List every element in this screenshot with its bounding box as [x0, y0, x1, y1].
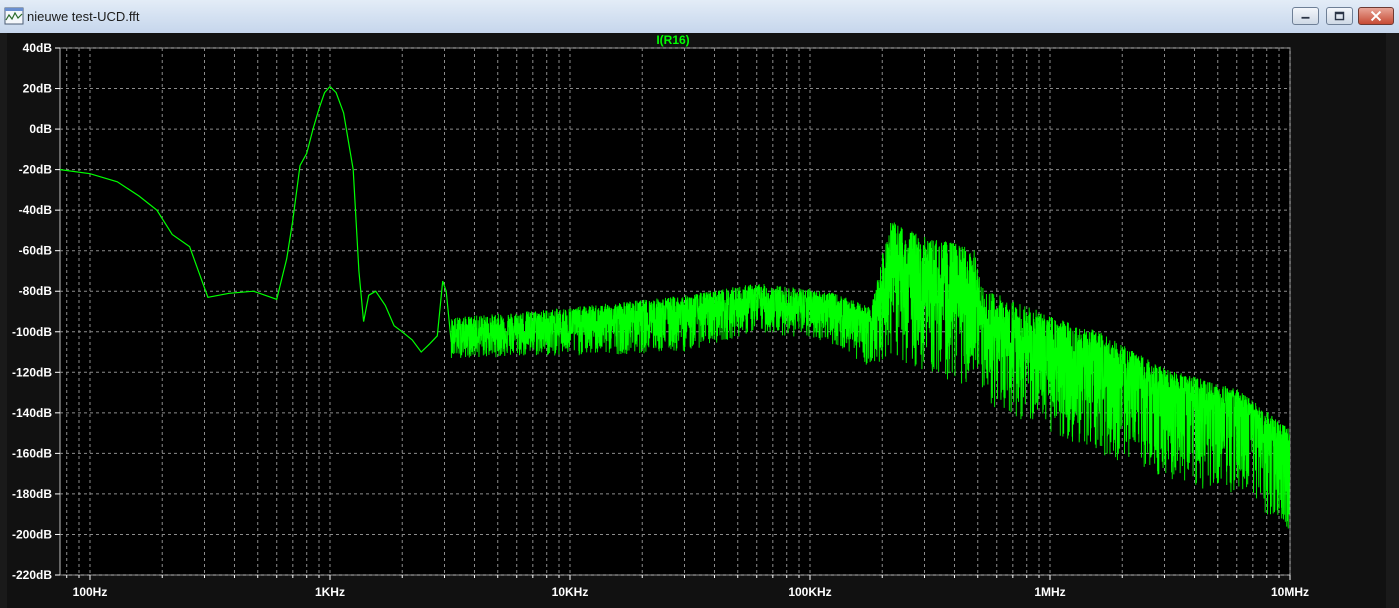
- y-tick-label: 0dB: [29, 122, 52, 136]
- maximize-button[interactable]: [1326, 7, 1353, 25]
- y-tick-label: -120dB: [12, 365, 52, 379]
- y-tick-label: -160dB: [12, 446, 52, 460]
- y-tick-label: -200dB: [12, 527, 52, 541]
- y-tick-label: -20dB: [19, 163, 53, 177]
- maximize-icon: [1334, 11, 1345, 21]
- y-tick-label: 40dB: [23, 41, 53, 55]
- x-tick-label: 10MHz: [1271, 585, 1309, 599]
- y-tick-label: -140dB: [12, 406, 52, 420]
- y-tick-label: -80dB: [19, 284, 53, 298]
- trace-label-i-r16[interactable]: I(R16): [656, 33, 689, 47]
- window-title: nieuwe test-UCD.fft: [27, 9, 140, 24]
- x-tick-label: 1KHz: [315, 585, 345, 599]
- y-tick-label: -60dB: [19, 244, 53, 258]
- title-bar[interactable]: nieuwe test-UCD.fft: [0, 0, 1399, 33]
- waveform-viewer-icon: [4, 7, 24, 25]
- x-tick-label: 10KHz: [552, 585, 589, 599]
- minimize-icon: [1301, 16, 1310, 19]
- y-tick-label: -40dB: [19, 203, 53, 217]
- waveform-window: nieuwe test-UCD.fft 40dB 20dB 0dB -20dB -40d…: [0, 0, 1399, 608]
- y-tick-label: -100dB: [12, 325, 52, 339]
- close-button[interactable]: [1358, 7, 1394, 25]
- y-tick-label: 20dB: [23, 82, 53, 96]
- y-tick-label: -180dB: [12, 487, 52, 501]
- x-tick-label: 100KHz: [788, 585, 831, 599]
- close-icon: [1370, 10, 1382, 22]
- x-tick-label: 1MHz: [1034, 585, 1065, 599]
- minimize-button[interactable]: [1292, 7, 1319, 25]
- y-tick-label: -220dB: [12, 568, 52, 582]
- x-tick-label: 100Hz: [73, 585, 108, 599]
- fft-plot[interactable]: 40dB 20dB 0dB -20dB -40dB -60dB -80dB -100dB -12…: [0, 33, 1399, 608]
